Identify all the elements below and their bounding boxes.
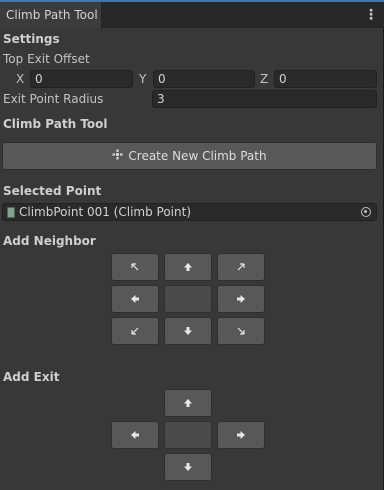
arrow-down-icon bbox=[184, 327, 192, 335]
neighbor-up-left-button[interactable] bbox=[111, 253, 159, 281]
arrow-up-icon bbox=[184, 399, 192, 407]
y-axis-label: Y bbox=[139, 72, 147, 86]
add-exit-header: Add Exit bbox=[3, 370, 60, 384]
arrow-up-left-icon bbox=[131, 263, 139, 271]
arrow-down-icon bbox=[184, 463, 192, 471]
neighbor-left-button[interactable] bbox=[111, 285, 159, 313]
exit-up-button[interactable] bbox=[164, 389, 212, 417]
arrow-down-left-icon bbox=[131, 327, 139, 335]
climb-path-tool-header: Climb Path Tool bbox=[3, 117, 108, 131]
inspector-window: Climb Path Tool ⋮ Settings Top Exit Offs… bbox=[0, 0, 384, 490]
object-picker-icon[interactable] bbox=[361, 207, 371, 217]
settings-header: Settings bbox=[3, 32, 60, 46]
z-axis-label: Z bbox=[260, 72, 269, 86]
selected-point-field[interactable]: ClimbPoint 001 (Climb Point) bbox=[2, 203, 377, 221]
exit-point-radius-field[interactable]: 3 bbox=[152, 90, 377, 108]
script-object-icon bbox=[7, 206, 15, 218]
create-new-climb-path-button[interactable]: Create New Climb Path bbox=[2, 142, 377, 170]
add-neighbor-header: Add Neighbor bbox=[3, 234, 96, 248]
exit-left-button[interactable] bbox=[111, 421, 159, 449]
arrow-up-right-icon bbox=[237, 263, 245, 271]
offset-y-field[interactable]: 0 bbox=[153, 70, 255, 88]
neighbor-down-right-button[interactable] bbox=[217, 317, 265, 345]
tab-bar: Climb Path Tool ⋮ bbox=[0, 2, 384, 28]
exit-point-radius-label: Exit Point Radius bbox=[3, 92, 104, 106]
selected-point-value: ClimbPoint 001 (Climb Point) bbox=[19, 205, 192, 219]
create-button-label: Create New Climb Path bbox=[128, 149, 267, 163]
offset-x-field[interactable]: 0 bbox=[30, 70, 133, 88]
selected-point-header: Selected Point bbox=[3, 184, 102, 198]
tab-title: Climb Path Tool bbox=[6, 8, 98, 22]
plus-icon bbox=[112, 149, 123, 164]
arrow-left-icon bbox=[131, 431, 139, 439]
kebab-menu-icon[interactable]: ⋮ bbox=[364, 6, 378, 24]
exit-down-button[interactable] bbox=[164, 453, 212, 481]
arrow-left-icon bbox=[131, 295, 139, 303]
neighbor-up-right-button[interactable] bbox=[217, 253, 265, 281]
tab-climb-path-tool[interactable]: Climb Path Tool bbox=[0, 2, 102, 28]
neighbor-right-button[interactable] bbox=[217, 285, 265, 313]
x-axis-label: X bbox=[16, 72, 25, 86]
neighbor-center-button[interactable] bbox=[164, 285, 212, 313]
neighbor-down-left-button[interactable] bbox=[111, 317, 159, 345]
arrow-up-icon bbox=[184, 263, 192, 271]
top-exit-offset-label: Top Exit Offset bbox=[3, 52, 90, 66]
neighbor-up-button[interactable] bbox=[164, 253, 212, 281]
offset-z-field[interactable]: 0 bbox=[274, 70, 377, 88]
arrow-right-icon bbox=[237, 295, 245, 303]
exit-right-button[interactable] bbox=[217, 421, 265, 449]
arrow-down-right-icon bbox=[237, 327, 245, 335]
arrow-right-icon bbox=[237, 431, 245, 439]
exit-center-button[interactable] bbox=[164, 421, 212, 449]
neighbor-down-button[interactable] bbox=[164, 317, 212, 345]
